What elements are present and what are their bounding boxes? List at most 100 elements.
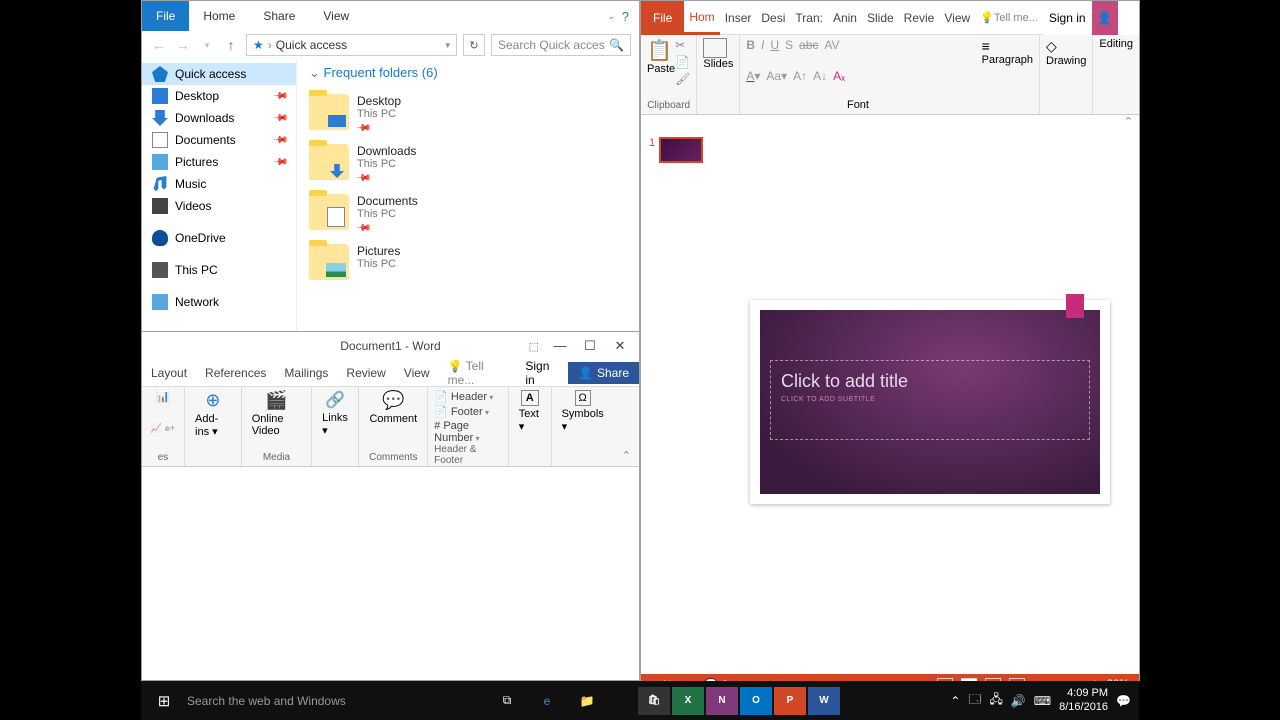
- tab-mailings[interactable]: Mailings: [275, 366, 337, 380]
- maximize-button[interactable]: ☐: [575, 338, 605, 354]
- folder-downloads[interactable]: DownloadsThis PC📌: [309, 139, 627, 189]
- start-button[interactable]: ⊞: [141, 692, 187, 710]
- sidebar-downloads[interactable]: Downloads📌: [142, 107, 296, 129]
- comment-button[interactable]: 💬 Comment: [365, 390, 421, 425]
- address-bar[interactable]: ★ › Quick access ▾: [246, 34, 457, 56]
- tab-view[interactable]: View: [395, 366, 439, 380]
- tell-me-input[interactable]: 💡 Tell me...: [439, 359, 516, 387]
- taskbar-clock[interactable]: 4:09 PM8/16/2016: [1059, 687, 1108, 713]
- ppt-animations-tab[interactable]: Anin: [828, 1, 862, 35]
- ppt-insert-tab[interactable]: Inser: [720, 1, 757, 35]
- grow-font-button[interactable]: A↑: [793, 69, 807, 83]
- minimize-button[interactable]: —: [545, 338, 575, 354]
- sidebar-network[interactable]: Network: [142, 291, 296, 313]
- store-icon[interactable]: 🛍: [638, 687, 670, 715]
- bold-button[interactable]: B: [746, 38, 755, 52]
- cut-icon[interactable]: ✂: [675, 38, 690, 52]
- network-icon[interactable]: 🖧: [989, 690, 1002, 711]
- ppt-home-tab[interactable]: Hom: [684, 1, 719, 35]
- outlook-icon[interactable]: O: [740, 687, 772, 715]
- format-painter-icon[interactable]: 🖌: [675, 72, 690, 86]
- change-case-button[interactable]: Aa▾: [766, 69, 787, 83]
- explorer-share-tab[interactable]: Share: [249, 9, 309, 23]
- ppt-transitions-tab[interactable]: Tran:: [790, 1, 828, 35]
- share-button[interactable]: 👤Share: [568, 362, 639, 384]
- collapse-ribbon-icon[interactable]: ⌃: [1124, 115, 1133, 128]
- word-document-area[interactable]: [142, 467, 639, 680]
- ppt-tell-me-input[interactable]: 💡 Tell me...: [975, 1, 1043, 35]
- tab-references[interactable]: References: [196, 366, 275, 380]
- sidebar-quick-access[interactable]: Quick access: [142, 63, 296, 85]
- explorer-view-tab[interactable]: View: [309, 9, 363, 23]
- powerpoint-icon[interactable]: P: [774, 687, 806, 715]
- nav-recent-icon[interactable]: ▾: [198, 40, 216, 51]
- tray-overflow-icon[interactable]: ⌃: [950, 694, 960, 708]
- edge-icon[interactable]: e: [527, 694, 567, 708]
- ppt-view-tab[interactable]: View: [939, 1, 975, 35]
- paste-button[interactable]: 📋Paste: [647, 38, 675, 86]
- sidebar-music[interactable]: Music: [142, 173, 296, 195]
- explorer-search-input[interactable]: Search Quick acces🔍: [491, 34, 631, 56]
- copy-icon[interactable]: 📄: [675, 55, 690, 69]
- strike-button[interactable]: abc: [799, 38, 818, 52]
- ppt-design-tab[interactable]: Desi: [756, 1, 790, 35]
- volume-icon[interactable]: 🔊: [1011, 694, 1026, 708]
- spacing-button[interactable]: AV: [824, 38, 839, 52]
- page-number-button[interactable]: # Page Number: [434, 420, 502, 444]
- battery-icon[interactable]: 🗔: [968, 690, 981, 711]
- ppt-sign-in-button[interactable]: Sign in: [1043, 1, 1092, 35]
- explorer-icon[interactable]: 📁: [567, 694, 607, 708]
- help-icon[interactable]: ?: [622, 9, 629, 24]
- online-video-button[interactable]: 🎬 Online Video: [248, 390, 305, 437]
- addins-button[interactable]: ⊕ Add-ins ▾: [191, 390, 235, 438]
- sidebar-pictures[interactable]: Pictures📌: [142, 151, 296, 173]
- paragraph-button[interactable]: ≡Paragraph: [982, 38, 1033, 66]
- slide-thumbnail-1[interactable]: 1: [649, 137, 713, 163]
- close-button[interactable]: ✕: [605, 338, 635, 354]
- shadow-button[interactable]: S: [785, 38, 793, 52]
- taskbar-search-input[interactable]: Search the web and Windows: [187, 694, 487, 708]
- folder-pictures[interactable]: PicturesThis PC: [309, 239, 627, 285]
- italic-button[interactable]: I: [761, 38, 764, 52]
- footer-button[interactable]: 📄 Footer: [434, 405, 502, 418]
- slide-title-placeholder[interactable]: Click to add title CLICK TO ADD SUBTITLE: [770, 360, 1090, 440]
- folder-desktop[interactable]: DesktopThis PC📌: [309, 89, 627, 139]
- shrink-font-button[interactable]: A↓: [813, 69, 827, 83]
- ribbon-expand-icon[interactable]: ⌄: [607, 11, 615, 22]
- tab-review[interactable]: Review: [337, 366, 394, 380]
- editing-button[interactable]: Editing: [1099, 38, 1133, 50]
- ribbon-display-icon[interactable]: ⬚: [529, 340, 539, 353]
- font-color-button[interactable]: A▾: [746, 69, 760, 83]
- folder-documents[interactable]: DocumentsThis PC📌: [309, 189, 627, 239]
- collapse-ribbon-icon[interactable]: ⌃: [614, 445, 639, 466]
- sidebar-videos[interactable]: Videos: [142, 195, 296, 217]
- header-button[interactable]: 📄 Header: [434, 390, 502, 403]
- refresh-icon[interactable]: ↻: [463, 34, 485, 56]
- links-button[interactable]: 🔗 Links ▾: [318, 390, 352, 437]
- sidebar-desktop[interactable]: Desktop📌: [142, 85, 296, 107]
- tab-layout[interactable]: Layout: [142, 366, 196, 380]
- nav-back-icon[interactable]: ←: [150, 37, 168, 53]
- sidebar-this-pc[interactable]: This PC: [142, 259, 296, 281]
- ppt-share-button[interactable]: 👤: [1092, 1, 1118, 35]
- drawing-button[interactable]: ◇Drawing: [1046, 38, 1086, 67]
- explorer-home-tab[interactable]: Home: [189, 9, 249, 23]
- task-view-icon[interactable]: ⧉: [487, 693, 527, 708]
- ppt-slideshow-tab[interactable]: Slide: [862, 1, 899, 35]
- slides-button[interactable]: Slides: [703, 38, 733, 70]
- sign-in-button[interactable]: Sign in: [515, 359, 568, 387]
- keyboard-icon[interactable]: ⌨: [1034, 694, 1051, 708]
- text-button[interactable]: A Text ▾: [515, 390, 545, 433]
- excel-icon[interactable]: X: [672, 687, 704, 715]
- frequent-folders-header[interactable]: Frequent folders (6): [309, 65, 627, 81]
- slide[interactable]: Click to add title CLICK TO ADD SUBTITLE: [750, 300, 1110, 504]
- clear-format-button[interactable]: Aₓ: [833, 69, 845, 83]
- onenote-icon[interactable]: N: [706, 687, 738, 715]
- action-center-icon[interactable]: 💬: [1116, 694, 1131, 708]
- ppt-file-tab[interactable]: File: [641, 1, 684, 35]
- explorer-file-tab[interactable]: File: [142, 1, 189, 31]
- nav-up-icon[interactable]: ↑: [222, 37, 240, 53]
- sidebar-documents[interactable]: Documents📌: [142, 129, 296, 151]
- breadcrumb[interactable]: Quick access: [276, 38, 347, 52]
- underline-button[interactable]: U: [770, 38, 779, 52]
